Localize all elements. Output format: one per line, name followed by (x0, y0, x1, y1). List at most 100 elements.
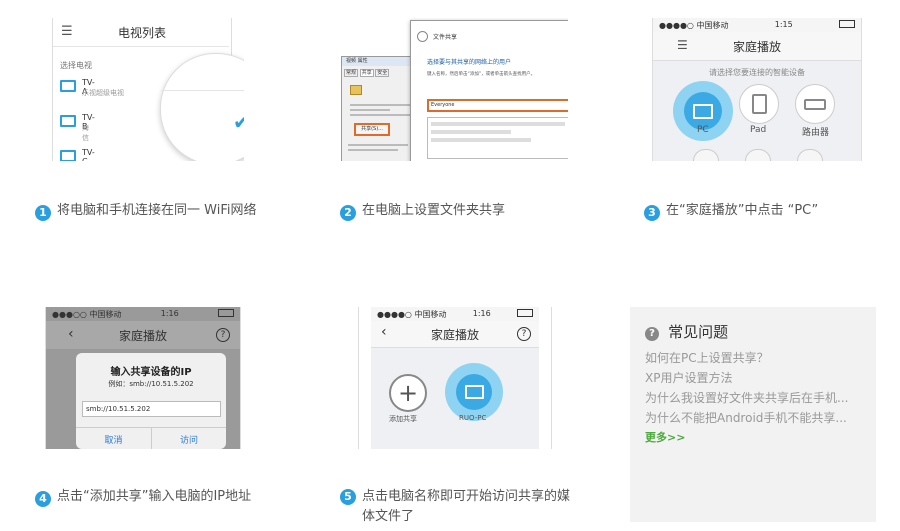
pc-device-button[interactable] (445, 363, 503, 421)
status-bar: ●●●○○ 中国移动 1:16 (46, 307, 240, 321)
back-icon[interactable]: ‹ (381, 324, 387, 340)
ip-dialog-title: 输入共享设备的IP (110, 367, 192, 378)
step5-caption: 5 点击电脑名称即可开始访问共享的媒体文件了 (340, 487, 570, 527)
step4-caption: 4 点击“添加共享”输入电脑的IP地址 (35, 487, 251, 507)
step4-screenshot: ●●●○○ 中国移动 1:16 ‹ 家庭播放 ? 输入共享设备的IP 例如：sm… (45, 307, 241, 449)
magnifier-divider (161, 90, 244, 91)
device-router-label: 路由器 (802, 128, 830, 138)
properties-title: 视频 属性 (346, 58, 368, 64)
more-devices-row (683, 147, 833, 161)
share-text-lines (350, 101, 410, 119)
share-button[interactable]: 共享(S)... (354, 123, 390, 136)
nav-title: 家庭播放 (118, 328, 167, 343)
router-icon (804, 98, 826, 110)
device-area: + 添加共享 RUO-PC (371, 348, 539, 449)
checkmark-icon: ✔ (233, 110, 244, 134)
tv-desc: 乐视超级电视 (82, 89, 124, 97)
step1-caption: 1 将电脑和手机连接在同一 WiFi网络 (35, 201, 256, 221)
menu-icon[interactable]: ☰ (61, 24, 73, 39)
advanced-lines (348, 141, 408, 154)
step-text: 点击“添加共享”输入电脑的IP地址 (57, 489, 252, 504)
menu-icon[interactable]: ☰ (677, 38, 688, 52)
faq-link-2[interactable]: XP用户设置方法 (645, 369, 732, 386)
device-pad-label: Pad (750, 125, 767, 135)
step2-caption: 2 在电脑上设置文件夹共享 (340, 201, 505, 221)
device-hint: 请选择您要连接的智能设备 (709, 68, 805, 77)
back-arrow-icon[interactable] (417, 31, 428, 42)
cancel-button[interactable]: 取消 (76, 433, 151, 446)
status-bar: ●●●●○ 中国移动 1:16 (371, 307, 539, 321)
monitor-icon (464, 385, 484, 399)
nav-bar: ☰ 家庭播放 (653, 32, 861, 61)
tab-row: 常规 共享 安全 (344, 69, 390, 77)
user-list (427, 117, 568, 159)
carrier: ●●●●○ 中国移动 (659, 21, 729, 30)
folder-icon (350, 85, 362, 95)
dialog-title: 选择要与其共享的网络上的用户 (427, 59, 512, 66)
step-number: 5 (340, 489, 356, 505)
tv-icon (60, 80, 76, 92)
ip-input-value: smb://10.51.5.202 (86, 405, 151, 413)
dialog-hint: 键入名称，然后单击“添加”，或者单击箭头查找用户。 (427, 72, 536, 77)
clock: 1:15 (774, 20, 793, 29)
ip-dialog: 输入共享设备的IP 例如：smb://10.51.5.202 smb://10.… (76, 353, 226, 449)
device-router-button[interactable] (795, 84, 835, 124)
tab-sharing[interactable]: 共享 (359, 69, 374, 77)
step1-screenshot: ☰ 电视列表 选择电视 TV-A 乐视超级电视 TV-B 海信 TV-C ✔ (38, 18, 244, 161)
step-text: 在电脑上设置文件夹共享 (362, 203, 506, 218)
ip-input[interactable]: smb://10.51.5.202 (82, 401, 221, 417)
step-number: 1 (35, 205, 51, 221)
tv-desc: 海信 (82, 124, 89, 142)
nav-title: 家庭播放 (732, 39, 781, 54)
add-share-button[interactable]: + (389, 374, 427, 412)
tv-name: TV-C (82, 148, 95, 161)
faq-link-1[interactable]: 如何在PC上设置共享？ (645, 349, 769, 366)
nav-bar: ‹ 家庭播放 ? (371, 321, 539, 348)
share-button-label: 共享(S)... (361, 126, 383, 132)
plus-icon: + (397, 379, 419, 407)
tab-general[interactable]: 常规 (344, 69, 359, 77)
window-title: 文件共享 (433, 34, 458, 41)
tv-list-title: 电视列表 (118, 26, 167, 40)
faq-link-4[interactable]: 为什么不能把Android手机不能共享... (645, 409, 847, 426)
faq-link-3[interactable]: 为什么我设置好文件夹共享后在手机... (645, 389, 848, 406)
step3-screenshot: ●●●●○ 中国移动 1:15 ☰ 家庭播放 请选择您要连接的智能设备 PC P… (652, 18, 862, 161)
battery-icon (516, 309, 533, 317)
tablet-icon (751, 94, 767, 114)
question-icon: ? (645, 327, 659, 341)
section-label: 选择电视 (60, 61, 92, 70)
back-icon[interactable]: ‹ (68, 326, 74, 342)
step-number: 3 (644, 205, 660, 221)
carrier: ●●●○○ 中国移动 (52, 310, 122, 319)
help-icon[interactable]: ? (216, 328, 230, 342)
clock: 1:16 (472, 309, 491, 318)
clock: 1:16 (160, 309, 179, 318)
step3-caption: 3 在“家庭播放”中点击 “PC” (644, 201, 818, 221)
step-number: 4 (35, 491, 51, 507)
step-number: 2 (340, 205, 356, 221)
tab-security[interactable]: 安全 (375, 69, 390, 77)
pc-inner (456, 374, 492, 410)
list-header: ☰ 电视列表 (53, 18, 229, 47)
file-sharing-window: 文件共享 选择要与其共享的网络上的用户 键入名称，然后单击“添加”，或者单击箭头… (410, 20, 568, 161)
faq-title: 常见问题 (668, 323, 729, 341)
faq-more-link[interactable]: 更多>> (645, 429, 685, 445)
user-input-field[interactable]: Everyone (427, 99, 568, 112)
tv-icon (60, 150, 76, 161)
battery-icon (217, 309, 234, 317)
nav-bar: ‹ 家庭播放 ? (46, 321, 240, 349)
user-input-value: Everyone (431, 102, 455, 108)
tv-icon (60, 115, 76, 127)
step2-screenshot: 视频 属性 常规 共享 安全 共享(S)... 文件共享 选择要与其共享的网络上… (338, 18, 568, 161)
step-text: 点击电脑名称即可开始访问共享的媒体文件了 (362, 489, 571, 524)
visit-button[interactable]: 访问 (152, 433, 226, 446)
carrier: ●●●●○ 中国移动 (377, 310, 447, 319)
help-icon[interactable]: ? (517, 327, 531, 341)
add-share-label: 添加共享 (389, 415, 417, 423)
step-text: 将电脑和手机连接在同一 WiFi网络 (57, 203, 257, 218)
step-text: 在“家庭播放”中点击 “PC” (666, 203, 819, 218)
dialog-button-row: 取消 访问 (76, 427, 226, 449)
pc-device-label: RUO-PC (459, 414, 487, 422)
device-pad-button[interactable] (739, 84, 779, 124)
device-panel: 请选择您要连接的智能设备 PC Pad 路由器 (653, 61, 861, 161)
